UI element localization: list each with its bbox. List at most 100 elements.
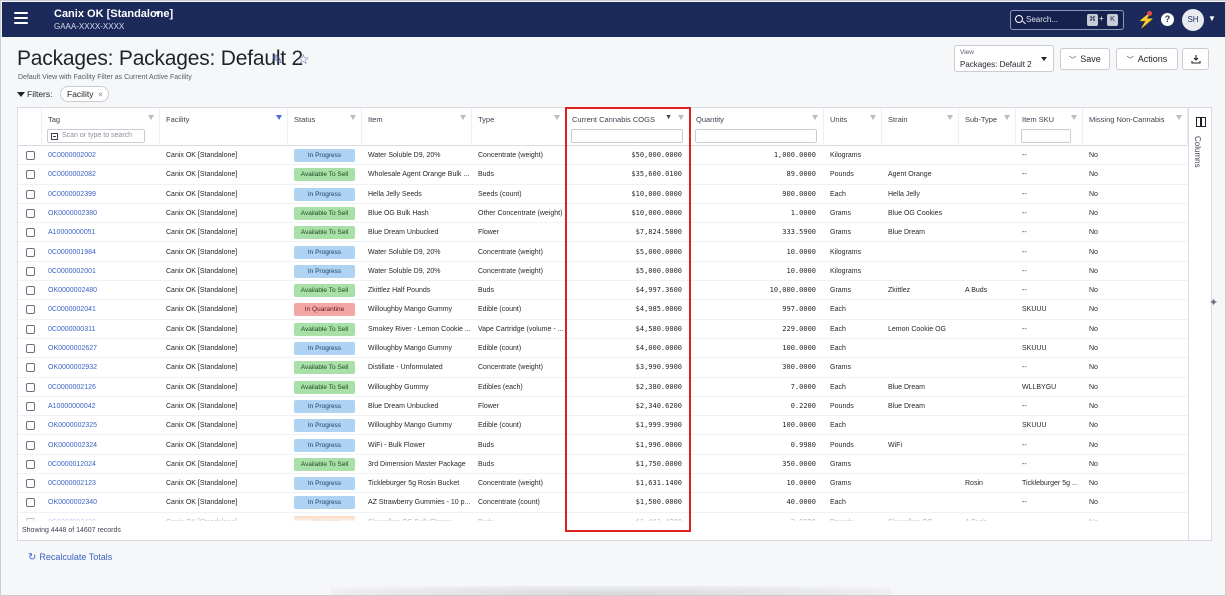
- column-header-facility[interactable]: Facility: [160, 108, 288, 146]
- cell-tag[interactable]: 0C0000001984: [48, 243, 158, 262]
- column-filter-icon[interactable]: [870, 115, 876, 120]
- table-row[interactable]: 0C0000012024 Canix OK [Standalone] Availab…: [18, 455, 1188, 475]
- table-row[interactable]: 0C0000002001 Canix OK [Standalone] In Prog…: [18, 262, 1188, 282]
- column-filter-icon[interactable]: [148, 115, 154, 120]
- row-select-checkbox[interactable]: [26, 401, 35, 411]
- column-filter-icon[interactable]: [554, 115, 560, 120]
- column-header-quantity[interactable]: Quantity: [690, 108, 824, 146]
- cell-tag[interactable]: OK0000002932: [48, 358, 158, 377]
- chevron-down-icon[interactable]: ▼: [1208, 14, 1216, 23]
- row-select-checkbox[interactable]: [26, 479, 35, 489]
- cell-tag[interactable]: OK0000002324: [48, 436, 158, 455]
- column-header-sku[interactable]: Item SKU: [1016, 108, 1083, 146]
- column-filter-input[interactable]: [571, 129, 683, 143]
- actions-button[interactable]: ﹀ Actions: [1116, 48, 1178, 70]
- remove-filter-icon[interactable]: ✕: [97, 92, 103, 99]
- cell-tag[interactable]: A10000000042: [48, 397, 158, 416]
- table-row[interactable]: 0C0000002041 Canix OK [Standalone] In Quar…: [18, 300, 1188, 320]
- column-filter-icon[interactable]: [1071, 115, 1077, 120]
- row-select-checkbox[interactable]: [26, 363, 35, 373]
- column-filter-input[interactable]: [1021, 129, 1071, 143]
- row-select-checkbox[interactable]: [26, 189, 35, 199]
- cell-tag[interactable]: OK0000002380: [48, 204, 158, 223]
- grid-body[interactable]: 0C0000002002 Canix OK [Standalone] In Prog…: [18, 146, 1188, 521]
- row-select-checkbox[interactable]: [26, 151, 35, 160]
- table-row[interactable]: 0C0000000311 Canix OK [Standalone] Availab…: [18, 320, 1188, 339]
- row-select-checkbox[interactable]: [26, 498, 35, 508]
- table-row[interactable]: 0C0000002082 Canix OK [Standalone] Availab…: [18, 165, 1188, 185]
- row-select-checkbox[interactable]: [26, 208, 35, 218]
- recalculate-totals-button[interactable]: ↻ Recalculate Totals: [28, 552, 112, 563]
- cell-tag[interactable]: 0C0000002123: [48, 474, 158, 493]
- table-row[interactable]: 0C0000002002 Canix OK [Standalone] In Prog…: [18, 146, 1188, 166]
- cell-tag[interactable]: 0C0000002082: [48, 165, 158, 184]
- table-row[interactable]: 0C0000002399 Canix OK [Standalone] In Prog…: [18, 185, 1188, 204]
- cell-tag[interactable]: OK0000002340: [48, 493, 158, 512]
- table-row[interactable]: OK0000002480 Canix OK [Standalone] Availab…: [18, 281, 1188, 301]
- table-row[interactable]: OK0000002380 Canix OK [Standalone] Availab…: [18, 204, 1188, 224]
- sparkle-icon[interactable]: ✦: [1209, 296, 1218, 309]
- row-select-checkbox[interactable]: [26, 305, 35, 315]
- column-filter-icon[interactable]: [350, 115, 356, 120]
- hamburger-menu-icon[interactable]: [14, 12, 28, 26]
- global-search-input[interactable]: Search... ⌘ + K: [1010, 10, 1124, 30]
- columns-panel-toggle[interactable]: Columns: [1188, 108, 1211, 540]
- table-row[interactable]: A10000000051 Canix OK [Standalone] Availab…: [18, 223, 1188, 243]
- column-filter-icon[interactable]: [276, 115, 282, 120]
- save-button[interactable]: ﹀ Save: [1060, 48, 1110, 70]
- help-icon[interactable]: ?: [1161, 13, 1174, 26]
- table-row[interactable]: OK0000002932 Canix OK [Standalone] Availab…: [18, 358, 1188, 378]
- cell-tag[interactable]: OK0000002627: [48, 339, 158, 358]
- table-row[interactable]: A10000000042 Canix OK [Standalone] In Prog…: [18, 397, 1188, 417]
- table-row[interactable]: OK0000002627 Canix OK [Standalone] In Prog…: [18, 339, 1188, 359]
- table-row[interactable]: OK0000002340 Canix OK [Standalone] In Prog…: [18, 493, 1188, 513]
- chevron-down-icon[interactable]: ▼: [154, 9, 162, 18]
- column-filter-icon[interactable]: [947, 115, 953, 120]
- column-header-item[interactable]: Item: [362, 108, 472, 146]
- table-row[interactable]: 0C0000002126 Canix OK [Standalone] Availab…: [18, 378, 1188, 397]
- column-filter-input[interactable]: [695, 129, 817, 143]
- column-header-tag[interactable]: Tag Scan or type to search: [42, 108, 160, 146]
- column-filter-icon[interactable]: [460, 115, 466, 120]
- table-row[interactable]: OK0000002324 Canix OK [Standalone] In Prog…: [18, 436, 1188, 455]
- column-header-status[interactable]: Status: [288, 108, 362, 146]
- cell-tag[interactable]: 0C0000002126: [48, 378, 158, 397]
- cell-tag[interactable]: 0C0000000311: [48, 320, 158, 339]
- row-select-checkbox[interactable]: [26, 266, 35, 276]
- favorite-star-icon[interactable]: ☆: [297, 51, 310, 68]
- column-header-missing[interactable]: Missing Non-Cannabis: [1083, 108, 1188, 146]
- column-header-type[interactable]: Type: [472, 108, 566, 146]
- row-select-checkbox[interactable]: [26, 440, 35, 450]
- column-header-units[interactable]: Units: [824, 108, 882, 146]
- table-row[interactable]: 0C0000002123 Canix OK [Standalone] In Prog…: [18, 474, 1188, 494]
- column-filter-icon[interactable]: [812, 115, 818, 120]
- row-select-checkbox[interactable]: [26, 382, 35, 392]
- row-select-checkbox[interactable]: [26, 421, 35, 431]
- row-select-checkbox[interactable]: [26, 344, 35, 353]
- column-filter-icon[interactable]: [1004, 115, 1010, 120]
- cell-tag[interactable]: 0C0000002002: [48, 146, 158, 165]
- cell-tag[interactable]: 0C0000002399: [48, 185, 158, 204]
- cell-tag[interactable]: OK0000002480: [48, 281, 158, 300]
- column-header-cogs[interactable]: Current Cannabis COGS ▼: [566, 108, 690, 146]
- column-filter-icon[interactable]: [1176, 115, 1182, 120]
- cell-tag[interactable]: OK0000002325: [48, 416, 158, 435]
- filter-chip-facility[interactable]: Facility ✕: [60, 86, 110, 102]
- cell-tag[interactable]: A10000000051: [48, 223, 158, 242]
- cell-tag[interactable]: 0C0000002041: [48, 300, 158, 319]
- tag-search-input[interactable]: Scan or type to search: [47, 129, 145, 143]
- view-select[interactable]: View Packages: Default 2: [954, 45, 1054, 72]
- column-header-strain[interactable]: Strain: [882, 108, 959, 146]
- cell-tag[interactable]: 0C0000002001: [48, 262, 158, 281]
- row-select-checkbox[interactable]: [26, 247, 35, 257]
- row-select-checkbox[interactable]: [26, 324, 35, 334]
- column-filter-icon[interactable]: [678, 115, 684, 120]
- user-avatar[interactable]: SH: [1182, 9, 1204, 31]
- row-select-checkbox[interactable]: [26, 459, 35, 469]
- row-select-checkbox[interactable]: [26, 286, 35, 296]
- column-header-subtype[interactable]: Sub-Type: [959, 108, 1016, 146]
- edit-icon[interactable]: ✎: [272, 52, 283, 68]
- table-row[interactable]: 0C0000001984 Canix OK [Standalone] In Prog…: [18, 243, 1188, 262]
- row-select-checkbox[interactable]: [26, 170, 35, 180]
- sort-descending-icon[interactable]: ▼: [665, 114, 672, 121]
